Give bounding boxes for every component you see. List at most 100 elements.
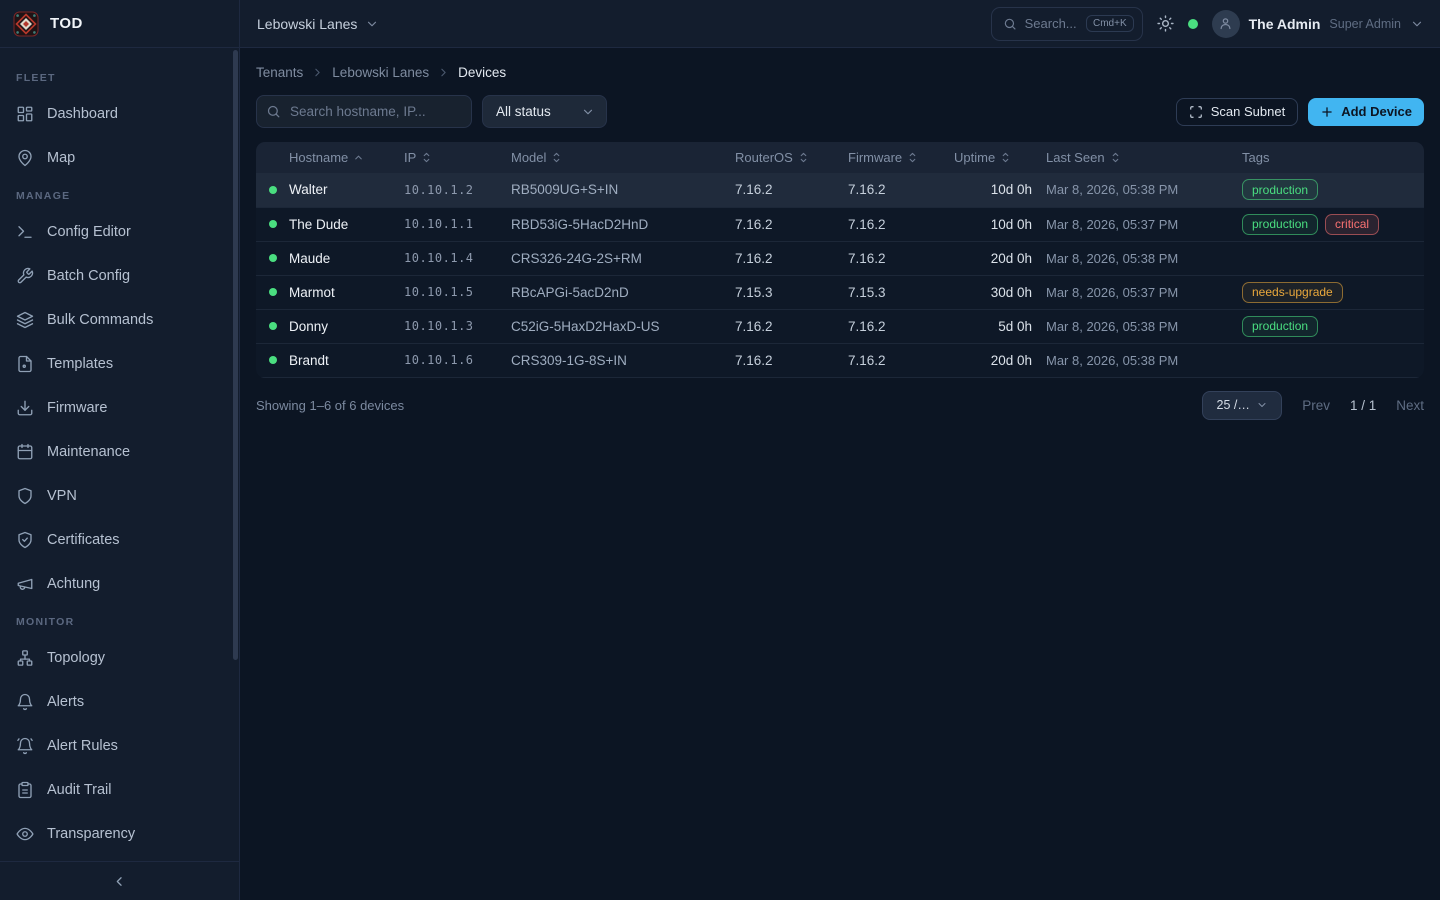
user-name: The Admin <box>1249 16 1321 32</box>
sidebar-item-batch-config[interactable]: Batch Config <box>0 254 239 298</box>
breadcrumb-lebowski-lanes[interactable]: Lebowski Lanes <box>332 65 429 80</box>
table-header-row: HostnameIPModelRouterOSFirmwareUptimeLas… <box>256 142 1424 173</box>
cell-uptime: 30d 0h <box>954 275 1046 309</box>
cell-hostname: Marmot <box>256 275 404 309</box>
user-role: Super Admin <box>1329 17 1401 31</box>
sidebar-item-label: VPN <box>47 488 77 504</box>
cell-ip: 10.10.1.1 <box>404 207 511 241</box>
cell-routeros: 7.16.2 <box>735 173 848 207</box>
breadcrumb: Tenants Lebowski Lanes Devices <box>256 65 1424 80</box>
status-dot <box>269 254 277 262</box>
column-header-model[interactable]: Model <box>511 142 735 173</box>
device-search <box>256 95 472 128</box>
global-search-placeholder: Search... <box>1025 16 1078 31</box>
chevron-left-icon <box>112 874 127 889</box>
tag-production: production <box>1242 316 1318 337</box>
theme-toggle-button[interactable] <box>1157 15 1174 32</box>
table-row[interactable]: Maude 10.10.1.4 CRS326-24G-2S+RM 7.16.2 … <box>256 241 1424 275</box>
sort-both-icon <box>421 151 432 164</box>
cell-tags: needs-upgrade <box>1242 275 1424 309</box>
cell-last-seen: Mar 8, 2026, 05:37 PM <box>1046 275 1242 309</box>
status-dot <box>269 288 277 296</box>
column-header-last-seen[interactable]: Last Seen <box>1046 142 1242 173</box>
column-header-uptime[interactable]: Uptime <box>954 142 1046 173</box>
device-search-input[interactable] <box>256 95 472 128</box>
table-row[interactable]: Donny 10.10.1.3 C52iG-5HaxD2HaxD-US 7.16… <box>256 309 1424 343</box>
global-search[interactable]: Search... Cmd+K <box>991 7 1143 41</box>
chevron-down-icon <box>581 105 595 119</box>
scan-subnet-label: Scan Subnet <box>1211 104 1285 119</box>
cell-model: CRS326-24G-2S+RM <box>511 241 735 275</box>
sidebar-item-audit-trail[interactable]: Audit Trail <box>0 768 239 812</box>
chevron-right-icon <box>311 66 324 79</box>
sidebar-item-achtung[interactable]: Achtung <box>0 562 239 606</box>
scan-subnet-button[interactable]: Scan Subnet <box>1176 98 1298 126</box>
sidebar-item-label: Bulk Commands <box>47 312 153 328</box>
sidebar-item-vpn[interactable]: VPN <box>0 474 239 518</box>
sidebar-section-label: FLEET <box>0 62 239 92</box>
cell-ip: 10.10.1.3 <box>404 309 511 343</box>
cell-hostname: Walter <box>256 173 404 207</box>
prev-page-button[interactable]: Prev <box>1302 398 1330 413</box>
column-header-hostname[interactable]: Hostname <box>256 142 404 173</box>
sidebar-item-bulk-commands[interactable]: Bulk Commands <box>0 298 239 342</box>
pagination: 25 /… Prev 1 / 1 Next <box>1202 391 1424 420</box>
breadcrumb-tenants[interactable]: Tenants <box>256 65 303 80</box>
sidebar-item-firmware[interactable]: Firmware <box>0 386 239 430</box>
sidebar-item-config-editor[interactable]: Config Editor <box>0 210 239 254</box>
cell-last-seen: Mar 8, 2026, 05:38 PM <box>1046 241 1242 275</box>
page-size-dropdown[interactable]: 25 /… <box>1202 391 1282 420</box>
cell-last-seen: Mar 8, 2026, 05:38 PM <box>1046 173 1242 207</box>
cell-firmware: 7.16.2 <box>848 309 954 343</box>
tag-production: production <box>1242 179 1318 200</box>
sidebar-item-certificates[interactable]: Certificates <box>0 518 239 562</box>
cell-ip: 10.10.1.2 <box>404 173 511 207</box>
status-dot <box>269 220 277 228</box>
table-row[interactable]: Walter 10.10.1.2 RB5009UG+S+IN 7.16.2 7.… <box>256 173 1424 207</box>
table-row[interactable]: Marmot 10.10.1.5 RBcAPGi-5acD2nD 7.15.3 … <box>256 275 1424 309</box>
cell-uptime: 20d 0h <box>954 241 1046 275</box>
cell-routeros: 7.16.2 <box>735 309 848 343</box>
sidebar-item-map[interactable]: Map <box>0 136 239 180</box>
sidebar-item-topology[interactable]: Topology <box>0 636 239 680</box>
column-header-routeros[interactable]: RouterOS <box>735 142 848 173</box>
sidebar-scrollbar[interactable] <box>233 50 238 660</box>
cell-firmware: 7.16.2 <box>848 173 954 207</box>
sort-both-icon <box>1000 151 1011 164</box>
sidebar-item-templates[interactable]: Templates <box>0 342 239 386</box>
sidebar-item-transparency[interactable]: Transparency <box>0 812 239 856</box>
cell-hostname: The Dude <box>256 207 404 241</box>
sidebar-item-label: Alert Rules <box>47 738 118 754</box>
devices-table: HostnameIPModelRouterOSFirmwareUptimeLas… <box>256 142 1424 378</box>
status-filter-dropdown[interactable]: All status <box>482 95 607 128</box>
bell-ring-icon <box>16 737 34 755</box>
sidebar-item-alerts[interactable]: Alerts <box>0 680 239 724</box>
breadcrumb-devices: Devices <box>458 65 506 80</box>
sidebar-item-label: Templates <box>47 356 113 372</box>
sidebar-item-alert-rules[interactable]: Alert Rules <box>0 724 239 768</box>
sidebar-item-label: Audit Trail <box>47 782 111 798</box>
cell-hostname: Donny <box>256 309 404 343</box>
sidebar-item-maintenance[interactable]: Maintenance <box>0 430 239 474</box>
next-page-button[interactable]: Next <box>1396 398 1424 413</box>
table-row[interactable]: The Dude 10.10.1.1 RBD53iG-5HacD2HnD 7.1… <box>256 207 1424 241</box>
sort-both-icon <box>1110 151 1121 164</box>
page-indicator: 1 / 1 <box>1350 398 1376 413</box>
column-header-tags: Tags <box>1242 142 1424 173</box>
cell-ip: 10.10.1.4 <box>404 241 511 275</box>
app-logo-icon <box>13 11 39 37</box>
tenant-switcher[interactable]: Lebowski Lanes <box>257 16 379 32</box>
add-device-button[interactable]: Add Device <box>1308 98 1424 126</box>
sidebar-item-dashboard[interactable]: Dashboard <box>0 92 239 136</box>
user-menu[interactable]: The Admin Super Admin <box>1212 10 1424 38</box>
plus-icon <box>1320 105 1334 119</box>
table-row[interactable]: Brandt 10.10.1.6 CRS309-1G-8S+IN 7.16.2 … <box>256 343 1424 377</box>
devices-toolbar: All status Scan Subnet Add Device <box>256 95 1424 128</box>
sidebar-nav: FLEET Dashboard Map MANAGE Config Editor… <box>0 48 239 861</box>
sidebar-collapse-button[interactable] <box>0 861 239 900</box>
cell-model: C52iG-5HaxD2HaxD-US <box>511 309 735 343</box>
column-header-ip[interactable]: IP <box>404 142 511 173</box>
sidebar-item-label: Achtung <box>47 576 100 592</box>
column-header-firmware[interactable]: Firmware <box>848 142 954 173</box>
cell-routeros: 7.16.2 <box>735 207 848 241</box>
